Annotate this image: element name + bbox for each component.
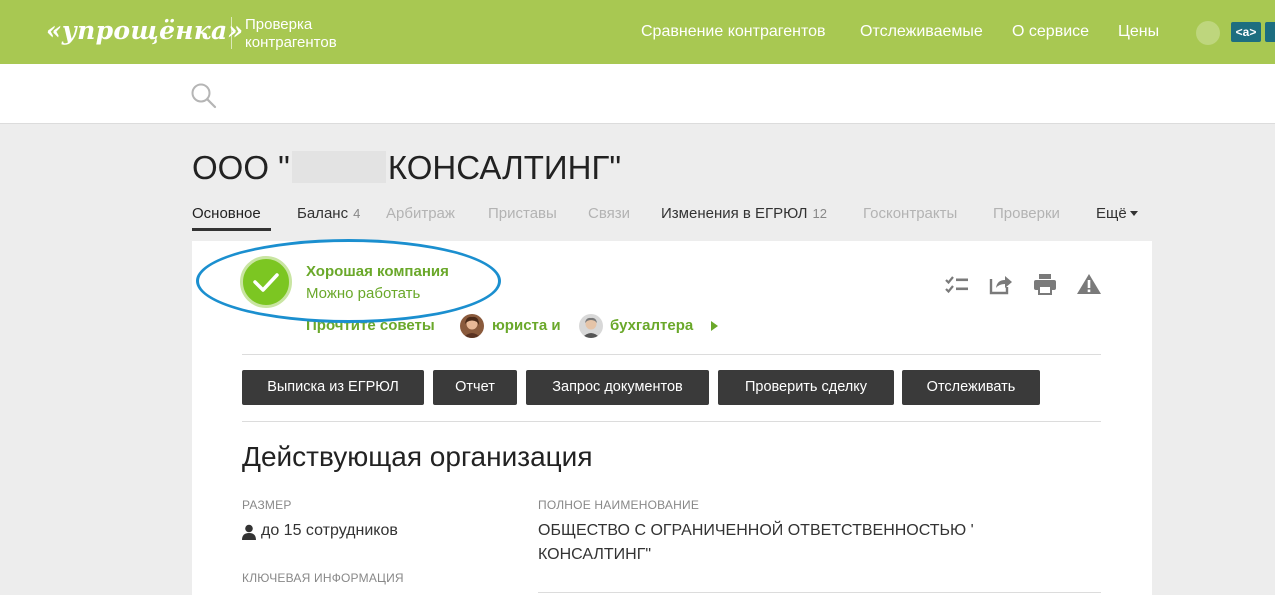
tab-contracts: Госконтракты [863, 205, 957, 222]
section-title: Действующая организация [242, 441, 593, 472]
tab-bailiffs: Приставы [488, 205, 557, 222]
tab-more[interactable]: Ещё [1096, 205, 1138, 222]
tab-balance-count: 4 [353, 206, 361, 221]
tab-arbitration: Арбитраж [386, 205, 455, 222]
tab-links: Связи [588, 205, 630, 222]
full-name-label: Полное наименование [538, 498, 700, 512]
tab-main[interactable]: Основное [192, 205, 261, 222]
tab-egrul-changes-count: 12 [812, 206, 827, 221]
active-tab-indicator [192, 228, 271, 231]
size-label: Размер [242, 498, 292, 512]
brand-badge[interactable]: <a> [1231, 22, 1261, 42]
tab-balance[interactable]: Баланс 4 [297, 205, 360, 222]
tab-balance-label: Баланс [297, 205, 349, 222]
share-icon[interactable] [988, 272, 1014, 301]
egrul-extract-button[interactable]: Выписка из ЕГРЮЛ [242, 370, 424, 405]
search-icon[interactable] [190, 82, 218, 115]
logo-subtitle[interactable]: Проверка контрагентов [245, 16, 385, 52]
tab-contracts-label: Госконтракты [863, 205, 958, 222]
check-deal-button[interactable]: Проверить сделку [718, 370, 894, 405]
checklist-icon[interactable] [944, 272, 970, 301]
full-name-value: ОБЩЕСТВО С ОГРАНИЧЕННОЙ ОТВЕТСТВЕННОСТЬЮ… [538, 522, 974, 563]
report-button[interactable]: Отчет [433, 370, 517, 405]
track-button[interactable]: Отслеживать [902, 370, 1040, 405]
size-value: до 15 сотрудников [261, 522, 398, 539]
tab-egrul-changes-label: Изменения в ЕГРЮЛ [661, 205, 808, 222]
tab-more-label: Ещё [1096, 205, 1127, 222]
tab-egrul-changes[interactable]: Изменения в ЕГРЮЛ 12 [661, 205, 827, 222]
divider [242, 421, 1101, 422]
nav-tracked[interactable]: Отслеживаемые [860, 23, 983, 41]
nav-about[interactable]: О сервисе [1012, 23, 1089, 41]
advice-accountant-link[interactable]: бухгалтера [610, 317, 693, 334]
advice-lawyer-link[interactable]: юриста и [492, 317, 561, 334]
logo[interactable]: «упрощёнка» [46, 16, 243, 45]
brand-badge-extra[interactable] [1265, 22, 1275, 42]
lawyer-avatar[interactable] [460, 314, 484, 338]
tab-inspections-label: Проверки [993, 205, 1060, 222]
company-title-suffix: КОНСАЛТИНГ" [387, 149, 622, 186]
accountant-avatar[interactable] [579, 314, 603, 338]
person-icon [242, 524, 256, 545]
logo-divider [231, 17, 232, 49]
search-input[interactable] [225, 78, 925, 110]
status-highlight-ellipse [196, 239, 501, 323]
request-documents-button[interactable]: Запрос документов [526, 370, 709, 405]
nav-compare[interactable]: Сравнение контрагентов [641, 23, 826, 41]
arrow-right-icon [711, 321, 718, 331]
warning-icon[interactable] [1076, 272, 1102, 301]
tab-bailiffs-label: Приставы [488, 205, 557, 222]
nav-prices[interactable]: Цены [1118, 23, 1159, 41]
divider [242, 354, 1101, 355]
key-info-label: Ключевая информация [242, 571, 404, 585]
tab-main-label: Основное [192, 205, 261, 222]
tab-arbitration-label: Арбитраж [386, 205, 455, 222]
caret-down-icon [1129, 211, 1138, 216]
print-icon[interactable] [1032, 272, 1058, 301]
redacted-name [291, 151, 386, 183]
company-title: ООО " КОНСАЛТИНГ" [192, 149, 621, 187]
user-avatar[interactable] [1196, 21, 1220, 45]
tab-inspections: Проверки [993, 205, 1060, 222]
divider [538, 592, 1101, 593]
company-title-prefix: ООО " [192, 149, 290, 186]
tab-links-label: Связи [588, 205, 631, 222]
